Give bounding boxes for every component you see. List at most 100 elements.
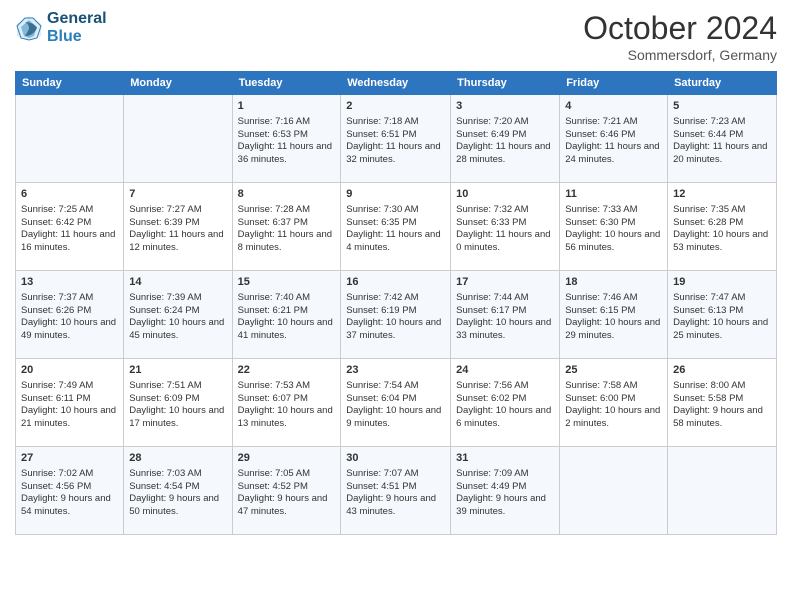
- day-info: Sunrise: 7:39 AM Sunset: 6:24 PM Dayligh…: [129, 292, 226, 343]
- day-info: Sunrise: 7:25 AM Sunset: 6:42 PM Dayligh…: [21, 204, 118, 255]
- calendar-cell: 5 Sunrise: 7:23 AM Sunset: 6:44 PM Daylig…: [668, 95, 777, 183]
- calendar-cell: 26 Sunrise: 8:00 AM Sunset: 5:58 PM Dayli…: [668, 359, 777, 447]
- calendar-cell: 14 Sunrise: 7:39 AM Sunset: 6:24 PM Dayli…: [124, 271, 232, 359]
- logo-text: General Blue: [47, 10, 107, 45]
- calendar-cell: [560, 447, 668, 535]
- day-number: 21: [129, 363, 226, 378]
- logo-icon: [15, 14, 43, 42]
- calendar-cell: [124, 95, 232, 183]
- calendar-cell: 27 Sunrise: 7:02 AM Sunset: 4:56 PM Dayli…: [16, 447, 124, 535]
- day-info: Sunrise: 7:46 AM Sunset: 6:15 PM Dayligh…: [565, 292, 662, 343]
- day-info: Sunrise: 7:35 AM Sunset: 6:28 PM Dayligh…: [673, 204, 771, 255]
- calendar-cell: 15 Sunrise: 7:40 AM Sunset: 6:21 PM Dayli…: [232, 271, 341, 359]
- day-info: Sunrise: 7:58 AM Sunset: 6:00 PM Dayligh…: [565, 380, 662, 431]
- day-info: Sunrise: 7:02 AM Sunset: 4:56 PM Dayligh…: [21, 468, 118, 519]
- calendar-cell: 28Sunrise: 7:03 AM Sunset: 4:54 PM Dayli…: [124, 447, 232, 535]
- calendar-cell: 11 Sunrise: 7:33 AM Sunset: 6:30 PM Dayli…: [560, 183, 668, 271]
- day-info: Sunrise: 7:40 AM Sunset: 6:21 PM Dayligh…: [238, 292, 336, 343]
- day-info: Sunrise: 7:53 AM Sunset: 6:07 PM Dayligh…: [238, 380, 336, 431]
- calendar-row: 20 Sunrise: 7:49 AM Sunset: 6:11 PM Dayli…: [16, 359, 777, 447]
- day-info: Sunrise: 8:00 AM Sunset: 5:58 PM Dayligh…: [673, 380, 771, 431]
- day-info: Sunrise: 7:42 AM Sunset: 6:19 PM Dayligh…: [346, 292, 445, 343]
- day-number: 10: [456, 187, 554, 202]
- day-info: Sunrise: 7:32 AM Sunset: 6:33 PM Dayligh…: [456, 204, 554, 255]
- logo: General Blue: [15, 10, 107, 45]
- day-number: 4: [565, 99, 662, 114]
- calendar-cell: 9 Sunrise: 7:30 AM Sunset: 6:35 PM Daylig…: [341, 183, 451, 271]
- calendar-row: 13 Sunrise: 7:37 AM Sunset: 6:26 PM Dayli…: [16, 271, 777, 359]
- day-number: 8: [238, 187, 336, 202]
- day-number: 30: [346, 451, 445, 466]
- day-number: 12: [673, 187, 771, 202]
- calendar-cell: 29 Sunrise: 7:05 AM Sunset: 4:52 PM Dayli…: [232, 447, 341, 535]
- calendar-cell: [668, 447, 777, 535]
- calendar-cell: 19Sunrise: 7:47 AM Sunset: 6:13 PM Dayli…: [668, 271, 777, 359]
- day-number: 6: [21, 187, 118, 202]
- day-number: 26: [673, 363, 771, 378]
- day-info: Sunrise: 7:54 AM Sunset: 6:04 PM Dayligh…: [346, 380, 445, 431]
- calendar-cell: 21Sunrise: 7:51 AM Sunset: 6:09 PM Dayli…: [124, 359, 232, 447]
- day-number: 7: [129, 187, 226, 202]
- calendar-cell: 25Sunrise: 7:58 AM Sunset: 6:00 PM Dayli…: [560, 359, 668, 447]
- page: General Blue October 2024 Sommersdorf, G…: [0, 0, 792, 612]
- weekday-header: Friday: [560, 72, 668, 95]
- calendar-table: SundayMondayTuesdayWednesdayThursdayFrid…: [15, 71, 777, 535]
- calendar-row: 1Sunrise: 7:16 AM Sunset: 6:53 PM Daylig…: [16, 95, 777, 183]
- day-number: 13: [21, 275, 118, 290]
- day-info: Sunrise: 7:20 AM Sunset: 6:49 PM Dayligh…: [456, 116, 554, 167]
- day-info: Sunrise: 7:23 AM Sunset: 6:44 PM Dayligh…: [673, 116, 771, 167]
- calendar-cell: 20 Sunrise: 7:49 AM Sunset: 6:11 PM Dayli…: [16, 359, 124, 447]
- day-info: Sunrise: 7:33 AM Sunset: 6:30 PM Dayligh…: [565, 204, 662, 255]
- header-row: SundayMondayTuesdayWednesdayThursdayFrid…: [16, 72, 777, 95]
- day-number: 22: [238, 363, 336, 378]
- day-number: 5: [673, 99, 771, 114]
- day-info: Sunrise: 7:37 AM Sunset: 6:26 PM Dayligh…: [21, 292, 118, 343]
- calendar-cell: 30 Sunrise: 7:07 AM Sunset: 4:51 PM Dayli…: [341, 447, 451, 535]
- day-number: 23: [346, 363, 445, 378]
- weekday-header: Monday: [124, 72, 232, 95]
- calendar-cell: 13 Sunrise: 7:37 AM Sunset: 6:26 PM Dayli…: [16, 271, 124, 359]
- calendar-cell: 18 Sunrise: 7:46 AM Sunset: 6:15 PM Dayli…: [560, 271, 668, 359]
- day-number: 17: [456, 275, 554, 290]
- day-number: 14: [129, 275, 226, 290]
- day-info: Sunrise: 7:28 AM Sunset: 6:37 PM Dayligh…: [238, 204, 336, 255]
- day-number: 18: [565, 275, 662, 290]
- calendar-cell: 31Sunrise: 7:09 AM Sunset: 4:49 PM Dayli…: [451, 447, 560, 535]
- calendar-cell: [16, 95, 124, 183]
- weekday-header: Wednesday: [341, 72, 451, 95]
- day-info: Sunrise: 7:44 AM Sunset: 6:17 PM Dayligh…: [456, 292, 554, 343]
- day-number: 2: [346, 99, 445, 114]
- day-info: Sunrise: 7:05 AM Sunset: 4:52 PM Dayligh…: [238, 468, 336, 519]
- calendar-cell: 2 Sunrise: 7:18 AM Sunset: 6:51 PM Daylig…: [341, 95, 451, 183]
- calendar-cell: 16Sunrise: 7:42 AM Sunset: 6:19 PM Dayli…: [341, 271, 451, 359]
- calendar-row: 6 Sunrise: 7:25 AM Sunset: 6:42 PM Daylig…: [16, 183, 777, 271]
- calendar-cell: 12 Sunrise: 7:35 AM Sunset: 6:28 PM Dayli…: [668, 183, 777, 271]
- weekday-header: Tuesday: [232, 72, 341, 95]
- calendar-cell: 24Sunrise: 7:56 AM Sunset: 6:02 PM Dayli…: [451, 359, 560, 447]
- day-info: Sunrise: 7:49 AM Sunset: 6:11 PM Dayligh…: [21, 380, 118, 431]
- calendar-cell: 3Sunrise: 7:20 AM Sunset: 6:49 PM Daylig…: [451, 95, 560, 183]
- day-number: 20: [21, 363, 118, 378]
- calendar-cell: 23 Sunrise: 7:54 AM Sunset: 6:04 PM Dayli…: [341, 359, 451, 447]
- day-number: 9: [346, 187, 445, 202]
- day-info: Sunrise: 7:47 AM Sunset: 6:13 PM Dayligh…: [673, 292, 771, 343]
- month-title: October 2024: [583, 10, 777, 47]
- calendar-cell: 7 Sunrise: 7:27 AM Sunset: 6:39 PM Daylig…: [124, 183, 232, 271]
- day-info: Sunrise: 7:27 AM Sunset: 6:39 PM Dayligh…: [129, 204, 226, 255]
- calendar-cell: 1Sunrise: 7:16 AM Sunset: 6:53 PM Daylig…: [232, 95, 341, 183]
- weekday-header: Thursday: [451, 72, 560, 95]
- day-number: 24: [456, 363, 554, 378]
- day-info: Sunrise: 7:21 AM Sunset: 6:46 PM Dayligh…: [565, 116, 662, 167]
- day-number: 11: [565, 187, 662, 202]
- header: General Blue October 2024 Sommersdorf, G…: [15, 10, 777, 63]
- day-info: Sunrise: 7:30 AM Sunset: 6:35 PM Dayligh…: [346, 204, 445, 255]
- calendar-row: 27 Sunrise: 7:02 AM Sunset: 4:56 PM Dayli…: [16, 447, 777, 535]
- day-info: Sunrise: 7:18 AM Sunset: 6:51 PM Dayligh…: [346, 116, 445, 167]
- day-number: 15: [238, 275, 336, 290]
- weekday-header: Saturday: [668, 72, 777, 95]
- day-info: Sunrise: 7:07 AM Sunset: 4:51 PM Dayligh…: [346, 468, 445, 519]
- calendar-cell: 6 Sunrise: 7:25 AM Sunset: 6:42 PM Daylig…: [16, 183, 124, 271]
- day-number: 27: [21, 451, 118, 466]
- day-number: 29: [238, 451, 336, 466]
- weekday-header: Sunday: [16, 72, 124, 95]
